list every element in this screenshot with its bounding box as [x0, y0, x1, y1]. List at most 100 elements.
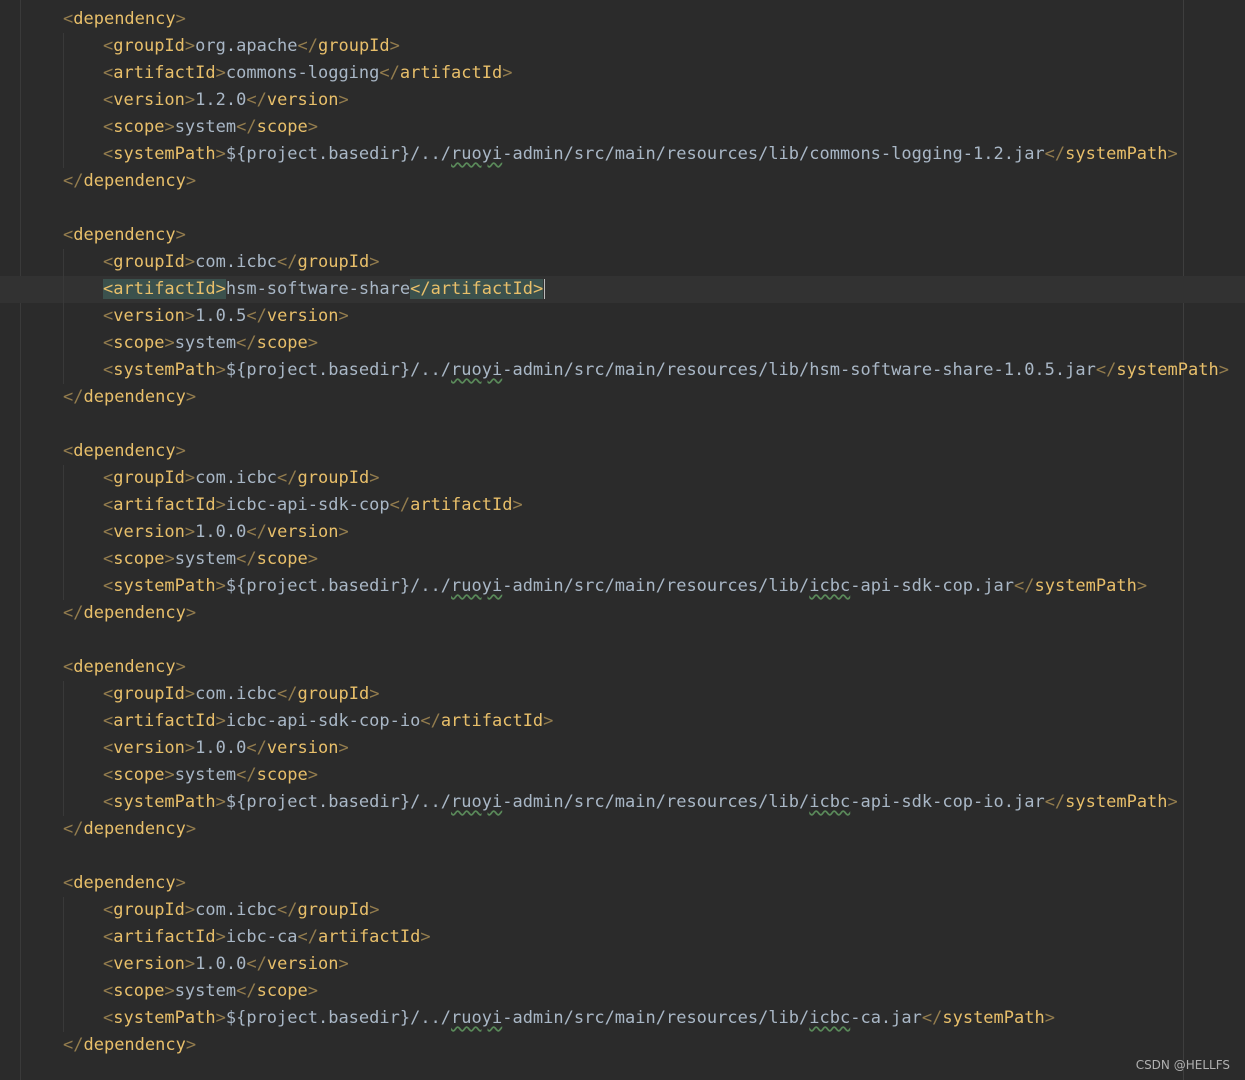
- code-text[interactable]: <scope>system</scope>: [103, 330, 318, 357]
- xml-bracket: >: [175, 225, 186, 245]
- code-text[interactable]: <version>1.2.0</version>: [103, 87, 349, 114]
- code-text[interactable]: </dependency>: [63, 600, 196, 627]
- code-line[interactable]: <groupId>com.icbc</groupId>: [0, 681, 1245, 708]
- code-line[interactable]: <artifactId>icbc-api-sdk-cop</artifactId…: [0, 492, 1245, 519]
- code-text[interactable]: <groupId>com.icbc</groupId>: [103, 897, 379, 924]
- code-line[interactable]: <dependency>: [0, 222, 1245, 249]
- xml-bracket: >: [164, 981, 175, 1001]
- code-text[interactable]: <groupId>com.icbc</groupId>: [103, 465, 379, 492]
- xml-bracket: >: [164, 765, 175, 785]
- code-line[interactable]: <scope>system</scope>: [0, 114, 1245, 141]
- code-text[interactable]: <artifactId>icbc-api-sdk-cop-io</artifac…: [103, 708, 553, 735]
- code-text[interactable]: <version>1.0.5</version>: [103, 303, 349, 330]
- code-text[interactable]: <artifactId>hsm-software-share</artifact…: [103, 276, 546, 303]
- xml-tag-name: groupId: [318, 36, 390, 56]
- code-text[interactable]: <systemPath>${project.basedir}/../ruoyi-…: [103, 1005, 1055, 1032]
- code-text[interactable]: <dependency>: [63, 222, 186, 249]
- code-text[interactable]: <scope>system</scope>: [103, 978, 318, 1005]
- xml-tag-name: artifactId: [113, 63, 216, 83]
- code-text[interactable]: <systemPath>${project.basedir}/../ruoyi-…: [103, 357, 1229, 384]
- code-text[interactable]: <dependency>: [63, 654, 186, 681]
- spellcheck-word: ruoyi: [451, 576, 503, 596]
- code-text[interactable]: <dependency>: [63, 6, 186, 33]
- xml-tag-name: groupId: [297, 468, 370, 488]
- code-line[interactable]: [0, 411, 1245, 438]
- code-line[interactable]: <dependency>: [0, 654, 1245, 681]
- code-line[interactable]: <artifactId>icbc-api-sdk-cop-io</artifac…: [0, 708, 1245, 735]
- code-line[interactable]: <dependency>: [0, 438, 1245, 465]
- code-text[interactable]: <systemPath>${project.basedir}/../ruoyi-…: [103, 141, 1178, 168]
- code-text[interactable]: <groupId>org.apache</groupId>: [103, 33, 400, 60]
- xml-tag-name: dependency: [83, 171, 186, 191]
- code-text[interactable]: </dependency>: [63, 168, 196, 195]
- code-line[interactable]: <groupId>com.icbc</groupId>: [0, 897, 1245, 924]
- code-text[interactable]: <dependency>: [63, 870, 186, 897]
- code-line[interactable]: [0, 627, 1245, 654]
- code-line[interactable]: [0, 195, 1245, 222]
- xml-bracket: >: [369, 468, 380, 488]
- spellcheck-word: ruoyi: [451, 792, 503, 812]
- xml-tag-name: systemPath: [113, 144, 216, 164]
- code-line[interactable]: <artifactId>hsm-software-share</artifact…: [0, 276, 1245, 303]
- xml-text: commons-logging: [225, 63, 380, 83]
- code-line[interactable]: <groupId>com.icbc</groupId>: [0, 249, 1245, 276]
- code-line[interactable]: <systemPath>${project.basedir}/../ruoyi-…: [0, 357, 1245, 384]
- xml-text: -admin/src/main/resources/lib/: [502, 792, 810, 812]
- xml-bracket: >: [184, 684, 196, 704]
- code-text[interactable]: <artifactId>commons-logging</artifactId>: [103, 60, 512, 87]
- xml-bracket: <: [63, 9, 74, 29]
- code-text[interactable]: </dependency>: [63, 1032, 196, 1059]
- xml-tag-name: groupId: [297, 684, 370, 704]
- code-line[interactable]: <scope>system</scope>: [0, 546, 1245, 573]
- code-line[interactable]: <version>1.0.5</version>: [0, 303, 1245, 330]
- indent-guide: [63, 141, 64, 168]
- xml-tag-name: artifactId: [440, 711, 544, 731]
- code-text[interactable]: <groupId>com.icbc</groupId>: [103, 249, 379, 276]
- code-text[interactable]: </dependency>: [63, 384, 196, 411]
- code-line[interactable]: <systemPath>${project.basedir}/../ruoyi-…: [0, 573, 1245, 600]
- code-line[interactable]: <dependency>: [0, 6, 1245, 33]
- code-line[interactable]: </dependency>: [0, 1032, 1245, 1059]
- code-text[interactable]: <artifactId>icbc-ca</artifactId>: [103, 924, 431, 951]
- code-text[interactable]: <systemPath>${project.basedir}/../ruoyi-…: [103, 573, 1147, 600]
- code-line[interactable]: <version>1.0.0</version>: [0, 951, 1245, 978]
- code-line[interactable]: <systemPath>${project.basedir}/../ruoyi-…: [0, 141, 1245, 168]
- code-line[interactable]: <scope>system</scope>: [0, 330, 1245, 357]
- code-text[interactable]: <scope>system</scope>: [103, 114, 318, 141]
- code-editor[interactable]: <dependency> <groupId>org.apache</groupId…: [0, 0, 1245, 1080]
- code-line[interactable]: <dependency>: [0, 870, 1245, 897]
- code-text[interactable]: <artifactId>icbc-api-sdk-cop</artifactId…: [103, 492, 523, 519]
- code-line[interactable]: <scope>system</scope>: [0, 978, 1245, 1005]
- xml-text: icbc-api-sdk-cop: [225, 495, 390, 515]
- code-line[interactable]: [0, 843, 1245, 870]
- xml-bracket: <: [103, 738, 114, 758]
- code-line[interactable]: </dependency>: [0, 384, 1245, 411]
- code-line[interactable]: </dependency>: [0, 168, 1245, 195]
- code-text[interactable]: <version>1.0.0</version>: [103, 951, 349, 978]
- code-text[interactable]: <version>1.0.0</version>: [103, 519, 349, 546]
- code-line[interactable]: <version>1.0.0</version>: [0, 735, 1245, 762]
- xml-bracket: </: [921, 1008, 943, 1028]
- code-line[interactable]: <groupId>com.icbc</groupId>: [0, 465, 1245, 492]
- code-line[interactable]: <scope>system</scope>: [0, 762, 1245, 789]
- code-line[interactable]: <version>1.2.0</version>: [0, 87, 1245, 114]
- code-text[interactable]: <groupId>com.icbc</groupId>: [103, 681, 379, 708]
- code-text[interactable]: <scope>system</scope>: [103, 762, 318, 789]
- code-text[interactable]: <scope>system</scope>: [103, 546, 318, 573]
- code-line[interactable]: <artifactId>commons-logging</artifactId>: [0, 60, 1245, 87]
- xml-bracket: <: [103, 306, 114, 326]
- code-text[interactable]: </dependency>: [63, 816, 196, 843]
- code-text[interactable]: <systemPath>${project.basedir}/../ruoyi-…: [103, 789, 1178, 816]
- code-line[interactable]: <groupId>org.apache</groupId>: [0, 33, 1245, 60]
- xml-bracket: <: [103, 360, 114, 380]
- code-line[interactable]: </dependency>: [0, 816, 1245, 843]
- xml-bracket: >: [185, 171, 197, 191]
- code-text[interactable]: <version>1.0.0</version>: [103, 735, 349, 762]
- code-line[interactable]: </dependency>: [0, 600, 1245, 627]
- xml-text: com.icbc: [195, 900, 278, 920]
- code-line[interactable]: <version>1.0.0</version>: [0, 519, 1245, 546]
- code-line[interactable]: <systemPath>${project.basedir}/../ruoyi-…: [0, 789, 1245, 816]
- code-line[interactable]: <systemPath>${project.basedir}/../ruoyi-…: [0, 1005, 1245, 1032]
- code-text[interactable]: <dependency>: [63, 438, 186, 465]
- code-line[interactable]: <artifactId>icbc-ca</artifactId>: [0, 924, 1245, 951]
